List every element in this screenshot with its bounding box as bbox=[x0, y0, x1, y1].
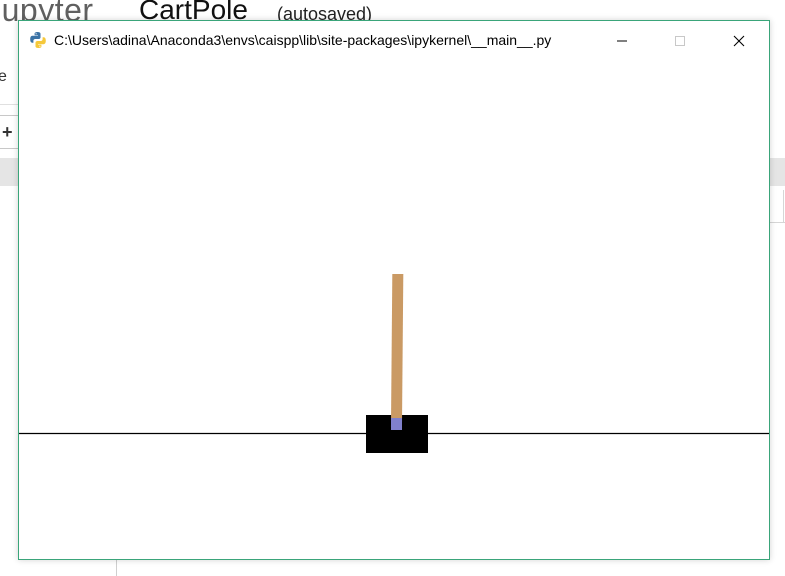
python-icon bbox=[30, 32, 46, 48]
minimize-button[interactable] bbox=[599, 21, 645, 61]
axle bbox=[391, 418, 402, 430]
cartpole-render-window[interactable]: C:\Users\adina\Anaconda3\envs\caispp\lib… bbox=[18, 20, 770, 560]
window-title: C:\Users\adina\Anaconda3\envs\caispp\lib… bbox=[54, 32, 552, 48]
right-rule bbox=[768, 222, 785, 223]
bottom-divider bbox=[116, 559, 117, 576]
window-titlebar[interactable]: C:\Users\adina\Anaconda3\envs\caispp\lib… bbox=[19, 21, 769, 61]
close-button[interactable] bbox=[716, 21, 762, 61]
minimize-icon bbox=[617, 40, 627, 42]
maximize-icon bbox=[675, 36, 685, 46]
pole bbox=[390, 273, 404, 428]
toolbar-button[interactable]: + bbox=[0, 115, 20, 149]
close-icon bbox=[733, 35, 745, 47]
screen: jupyter CartPole (autosaved) e + C:\User… bbox=[0, 0, 785, 576]
toolbar-button-glyph: + bbox=[2, 122, 13, 142]
render-canvas bbox=[19, 61, 769, 559]
menubar-divider bbox=[0, 104, 20, 105]
cell-toolbar-strip-left bbox=[0, 158, 20, 186]
right-divider bbox=[783, 190, 784, 222]
menu-item-fragment[interactable]: e bbox=[0, 68, 7, 86]
cartpole-scene bbox=[19, 61, 769, 559]
maximize-button[interactable] bbox=[657, 21, 703, 61]
cell-toolbar-strip-right bbox=[768, 158, 785, 186]
